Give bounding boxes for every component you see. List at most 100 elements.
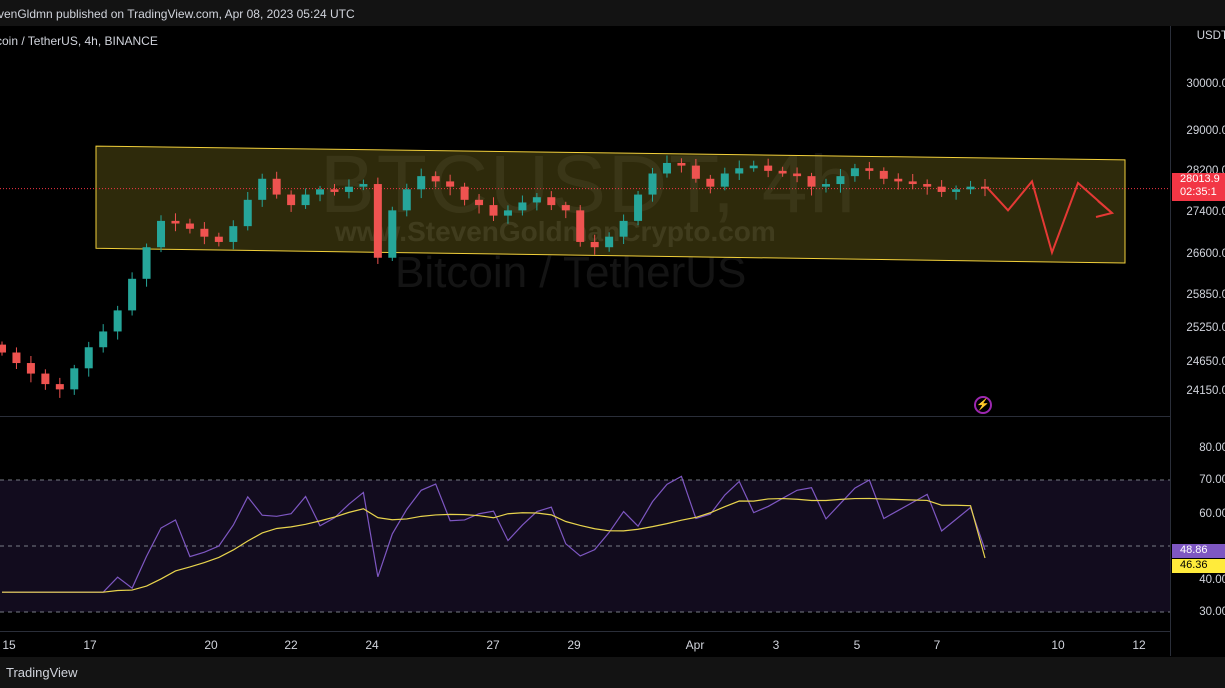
candle-body <box>662 162 671 174</box>
candle-body <box>128 278 137 311</box>
candle-body <box>590 241 599 248</box>
candle-body <box>981 186 989 189</box>
candle-body <box>258 178 267 200</box>
candle-body <box>836 176 845 185</box>
brand-footer[interactable]: TradingView <box>6 657 78 688</box>
time-label: 22 <box>284 638 298 652</box>
footer-bar: TradingView <box>0 657 1225 688</box>
current-price-badge: 28013.9 02:35:1 <box>1172 173 1225 201</box>
candle-body <box>879 170 888 179</box>
candle-body <box>518 202 527 211</box>
candle-body <box>778 170 787 174</box>
candle-body <box>720 173 729 187</box>
candle-body <box>200 228 209 237</box>
rsi-label: 40.00 <box>1199 574 1225 586</box>
symbol-legend[interactable]: coin / TetherUS, 4h, BINANCE <box>0 34 158 48</box>
time-label: 3 <box>772 638 780 652</box>
candle-body <box>749 165 758 169</box>
time-label: 10 <box>1051 638 1065 652</box>
candle-body <box>821 184 830 187</box>
candle-body <box>952 189 961 192</box>
price-label: 24650.0 <box>1186 356 1225 368</box>
candle-body <box>807 176 816 187</box>
candle-body <box>12 352 21 364</box>
price-label: 27400.0 <box>1186 206 1225 218</box>
candle-body <box>648 173 657 195</box>
candle-body <box>402 189 411 211</box>
rsi-label: 60.00 <box>1199 508 1225 520</box>
candle-body <box>157 220 166 248</box>
time-label: 5 <box>853 638 861 652</box>
candle-body <box>431 176 440 182</box>
candle-body <box>229 226 238 242</box>
candle-body <box>70 368 79 390</box>
time-label: 12 <box>1132 638 1146 652</box>
candle-body <box>287 194 296 206</box>
candle-body <box>908 181 917 185</box>
rsi-label: 30.00 <box>1199 606 1225 618</box>
candle-body <box>576 210 585 242</box>
candle-body <box>185 223 194 229</box>
published-text: venGldmn published on TradingView.com, A… <box>0 7 355 21</box>
candle-body <box>446 181 455 187</box>
price-label: 24150.0 <box>1186 385 1225 397</box>
price-chart-pane[interactable]: BTCUSDT, 4h www.StevenGoldmanCrypto.com … <box>0 26 1170 416</box>
price-label: 25850.0 <box>1186 289 1225 301</box>
time-label: 7 <box>933 638 941 652</box>
candle-body <box>605 236 614 248</box>
candle-body <box>503 210 512 216</box>
price-label: 25250.0 <box>1186 322 1225 334</box>
publisher-bar: venGldmn published on TradingView.com, A… <box>0 0 1225 26</box>
candle-body <box>619 220 628 237</box>
candle-body <box>142 247 151 279</box>
rsi-line <box>2 475 986 593</box>
candle-body <box>489 205 498 216</box>
rsi-ma-badge: 46.36 <box>1172 559 1225 573</box>
time-label: 27 <box>486 638 500 652</box>
candle-body <box>55 384 64 390</box>
rsi-lines-svg <box>0 475 1170 613</box>
candle-body <box>923 184 932 187</box>
candle-body <box>894 178 903 182</box>
candle-body <box>330 189 339 192</box>
candle-body <box>344 186 353 192</box>
candle-body <box>764 165 773 171</box>
rsi-label: 70.00 <box>1199 474 1225 486</box>
candle-body <box>634 194 643 221</box>
price-label: 29000.0 <box>1186 125 1225 137</box>
time-axis[interactable]: 15 17 20 22 24 27 29 Apr 3 5 7 10 12 <box>0 631 1170 658</box>
price-label: 26600.0 <box>1186 248 1225 260</box>
time-label: 20 <box>204 638 218 652</box>
candle-body <box>214 236 223 242</box>
candle-body <box>865 168 874 171</box>
axis-currency: USDT <box>1196 30 1225 42</box>
candle-body <box>460 186 469 200</box>
candle-body <box>532 197 541 203</box>
candle-body <box>359 184 368 187</box>
candle-body <box>417 176 426 190</box>
time-label: 15 <box>2 638 16 652</box>
price-label: 30000.0 <box>1186 78 1225 90</box>
candle-body <box>316 189 325 195</box>
candle-body <box>850 168 859 177</box>
current-price-value: 28013.9 <box>1180 173 1220 185</box>
candle-body <box>0 344 6 353</box>
candle-body <box>561 205 570 211</box>
time-label: 24 <box>365 638 379 652</box>
rsi-pane[interactable] <box>0 417 1170 631</box>
time-label: 29 <box>567 638 581 652</box>
candle-body <box>475 199 484 206</box>
candle-body <box>937 186 946 192</box>
candle-body <box>272 178 281 195</box>
candle-body <box>706 178 715 187</box>
lightning-bolt-icon[interactable]: ⚡ <box>974 396 992 414</box>
candle-body <box>677 162 686 166</box>
candle-body <box>113 310 122 332</box>
countdown-value: 02:35:1 <box>1180 186 1217 198</box>
candle-body <box>301 194 310 206</box>
candle-body <box>171 220 180 224</box>
candle-body <box>966 186 975 190</box>
time-label: 17 <box>83 638 97 652</box>
time-label: Apr <box>685 638 705 652</box>
candle-body <box>691 165 700 179</box>
